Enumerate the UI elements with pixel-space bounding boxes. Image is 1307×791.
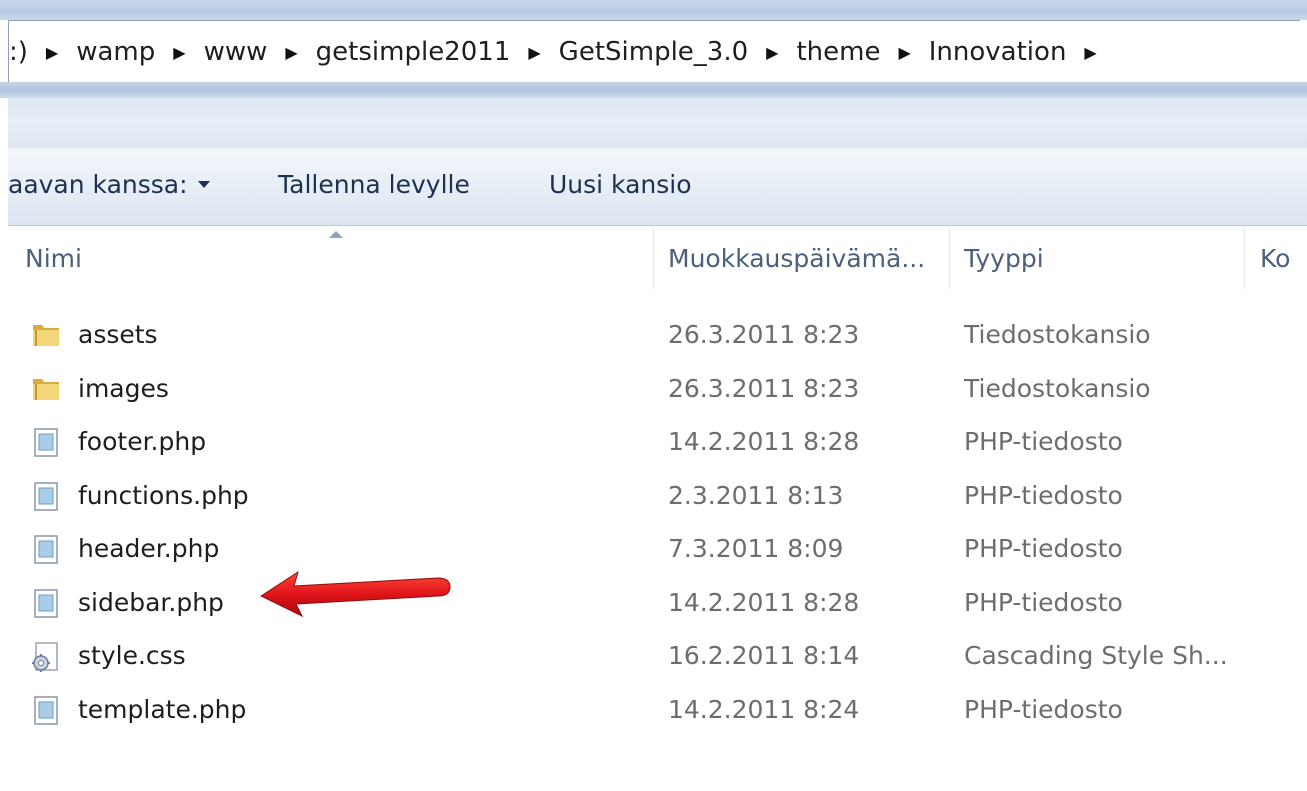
- file-row[interactable]: functions.php 2.3.2011 8:13 PHP-tiedosto: [8, 469, 1307, 523]
- file-name: footer.php: [78, 427, 207, 457]
- file-date: 14.2.2011 8:28: [668, 427, 860, 457]
- file-row[interactable]: footer.php 14.2.2011 8:28 PHP-tiedosto: [8, 415, 1307, 469]
- file-row[interactable]: sidebar.php 14.2.2011 8:28 PHP-tiedosto: [8, 576, 1307, 630]
- breadcrumb-label: :): [9, 37, 28, 67]
- breadcrumb-label: GetSimple_3.0: [558, 37, 749, 67]
- share-with-label: aavan kanssa:: [8, 170, 188, 199]
- file-date: 14.2.2011 8:28: [668, 587, 860, 617]
- column-header-label: Muokkauspäivämä...: [668, 243, 926, 273]
- file-date: 7.3.2011 8:09: [668, 534, 844, 564]
- file-row[interactable]: header.php 7.3.2011 8:09 PHP-tiedosto: [8, 522, 1307, 576]
- breadcrumb-item-getsimple2011[interactable]: getsimple2011 ▶: [312, 37, 555, 67]
- column-header-label: Ko: [1260, 243, 1291, 273]
- share-with-button[interactable]: aavan kanssa:: [8, 170, 210, 199]
- window-frame-top: [0, 0, 1307, 20]
- file-date: 16.2.2011 8:14: [668, 641, 860, 671]
- file-type: PHP-tiedosto: [964, 427, 1123, 457]
- breadcrumb-label: theme: [796, 37, 881, 67]
- file-name: assets: [78, 320, 158, 350]
- column-header-date[interactable]: Muokkauspäivämä...: [668, 227, 950, 289]
- command-bar: aavan kanssa: Tallenna levylle Uusi kans…: [8, 148, 1307, 226]
- file-date: 14.2.2011 8:24: [668, 694, 860, 724]
- file-date: 26.3.2011 8:23: [668, 373, 860, 403]
- file-date: 2.3.2011 8:13: [668, 480, 844, 510]
- column-header-label: Tyyppi: [964, 243, 1044, 273]
- php-file-icon: [30, 533, 62, 565]
- breadcrumb-label: getsimple2011: [315, 37, 511, 67]
- column-resize-handle[interactable]: [949, 227, 950, 289]
- menu-area: [8, 98, 1307, 148]
- file-type: PHP-tiedosto: [964, 587, 1123, 617]
- column-resize-handle[interactable]: [1244, 227, 1245, 289]
- file-row[interactable]: images 26.3.2011 8:23 Tiedostokansio: [8, 362, 1307, 416]
- breadcrumb-item-innovation[interactable]: Innovation ▶: [925, 37, 1111, 67]
- new-folder-button[interactable]: Uusi kansio: [549, 170, 692, 199]
- breadcrumb-item-drive[interactable]: :) ▶: [9, 37, 72, 67]
- chevron-down-icon: [197, 180, 210, 188]
- breadcrumb-separator-icon[interactable]: ▶: [32, 43, 72, 62]
- file-type: Cascading Style Sh...: [964, 641, 1228, 671]
- file-type: PHP-tiedosto: [964, 694, 1123, 724]
- css-file-icon: [30, 640, 62, 672]
- folder-icon: [30, 319, 62, 351]
- breadcrumb-separator-icon[interactable]: ▶: [271, 43, 311, 62]
- breadcrumb-item-www[interactable]: www ▶: [200, 37, 312, 67]
- file-name: style.css: [78, 641, 186, 671]
- file-row[interactable]: template.php 14.2.2011 8:24 PHP-tiedosto: [8, 683, 1307, 737]
- file-type: Tiedostokansio: [964, 320, 1151, 350]
- red-arrow-icon: [258, 566, 458, 620]
- breadcrumb-separator-icon[interactable]: ▶: [1070, 43, 1110, 62]
- window-frame-divider: [0, 82, 1307, 98]
- column-header-type[interactable]: Tyyppi: [964, 227, 1244, 289]
- file-type: PHP-tiedosto: [964, 480, 1123, 510]
- breadcrumb-label: Innovation: [928, 37, 1067, 67]
- breadcrumb-item-wamp[interactable]: wamp ▶: [72, 37, 199, 67]
- breadcrumb-separator-icon[interactable]: ▶: [752, 43, 792, 62]
- address-bar[interactable]: :) ▶ wamp ▶ www ▶ getsimple2011 ▶ GetSim…: [8, 20, 1300, 84]
- folder-icon: [30, 373, 62, 405]
- php-file-icon: [30, 587, 62, 619]
- file-row[interactable]: assets 26.3.2011 8:23 Tiedostokansio: [8, 308, 1307, 362]
- breadcrumb-label: wamp: [76, 37, 156, 67]
- file-list: assets 26.3.2011 8:23 Tiedostokansio ima…: [8, 308, 1307, 736]
- breadcrumb-item-getsimple-3[interactable]: GetSimple_3.0 ▶: [555, 37, 793, 67]
- new-folder-label: Uusi kansio: [549, 170, 692, 199]
- burn-button[interactable]: Tallenna levylle: [278, 170, 470, 199]
- breadcrumb-label: www: [203, 37, 268, 67]
- file-type: Tiedostokansio: [964, 373, 1151, 403]
- php-file-icon: [30, 694, 62, 726]
- breadcrumb-separator-icon[interactable]: ▶: [884, 43, 924, 62]
- breadcrumb-separator-icon[interactable]: ▶: [514, 43, 554, 62]
- breadcrumb-separator-icon[interactable]: ▶: [159, 43, 199, 62]
- file-name: functions.php: [78, 480, 249, 510]
- php-file-icon: [30, 480, 62, 512]
- file-date: 26.3.2011 8:23: [668, 320, 860, 350]
- file-name: template.php: [78, 694, 247, 724]
- column-header-label: Nimi: [25, 243, 82, 273]
- column-header-size[interactable]: Ko: [1260, 227, 1307, 289]
- burn-label: Tallenna levylle: [278, 170, 470, 199]
- file-type: PHP-tiedosto: [964, 534, 1123, 564]
- column-resize-handle[interactable]: [653, 227, 654, 289]
- column-header-row: Nimi Muokkauspäivämä... Tyyppi Ko: [8, 227, 1307, 289]
- explorer-window: :) ▶ wamp ▶ www ▶ getsimple2011 ▶ GetSim…: [0, 0, 1307, 791]
- file-name: images: [78, 373, 169, 403]
- file-row[interactable]: style.css 16.2.2011 8:14 Cascading Style…: [8, 629, 1307, 683]
- php-file-icon: [30, 426, 62, 458]
- column-header-name[interactable]: Nimi: [25, 227, 645, 289]
- file-name: sidebar.php: [78, 587, 224, 617]
- file-name: header.php: [78, 534, 220, 564]
- breadcrumb-item-theme[interactable]: theme ▶: [792, 37, 924, 67]
